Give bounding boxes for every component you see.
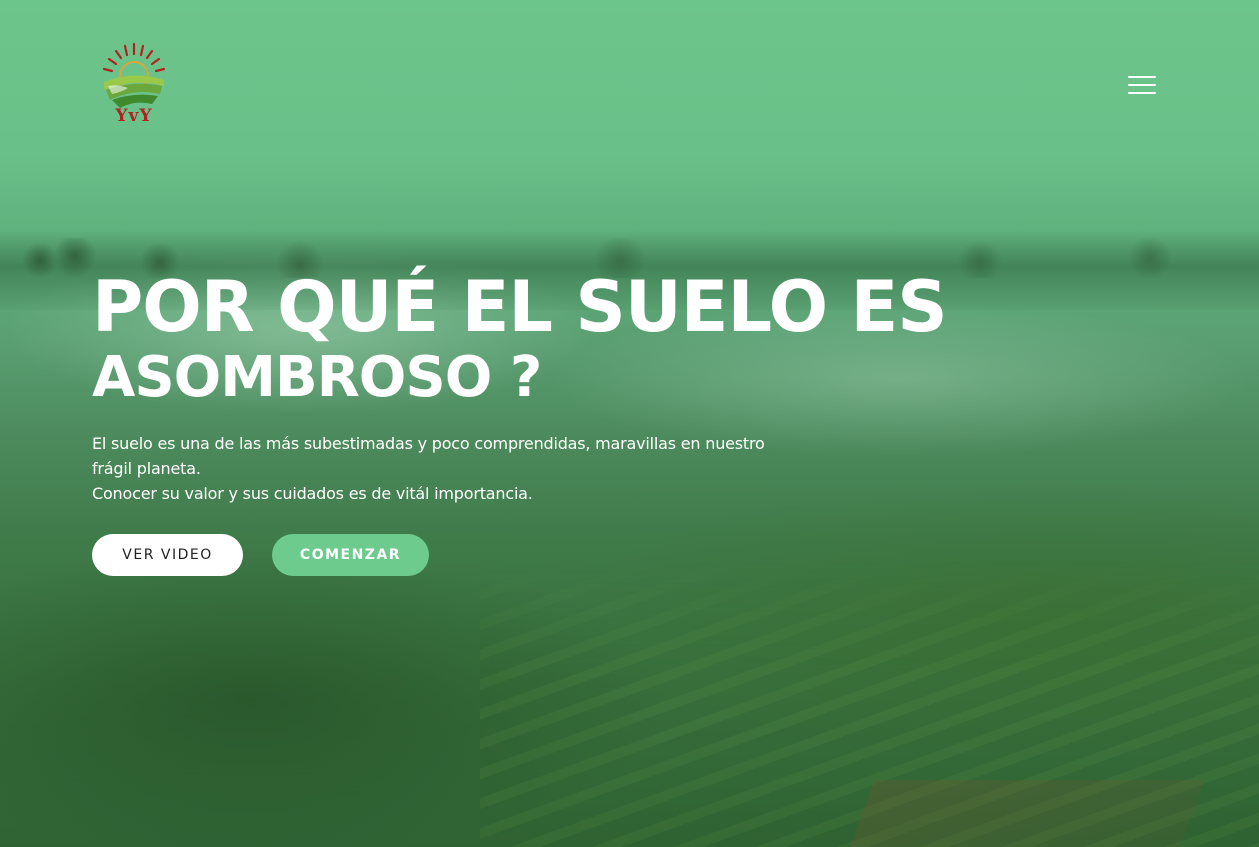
logo-text: YvY (115, 106, 153, 126)
page-title: POR QUÉ EL SUELO ES ASOMBROSO ? (92, 266, 948, 410)
page-title-line2: ASOMBROSO ? (92, 345, 542, 410)
field-patch (845, 780, 1205, 847)
page-title-line1: POR QUÉ EL SUELO ES (92, 266, 948, 348)
start-button[interactable]: COMENZAR (272, 534, 429, 576)
hero-description: El suelo es una de las más subestimadas … (92, 431, 772, 506)
hero-section: YvY POR QUÉ EL SUELO ES ASOMBROSO ? El s… (0, 0, 1259, 847)
hero-description-line2: Conocer su valor y sus cuidados es de vi… (92, 484, 533, 503)
menu-button[interactable] (1124, 70, 1160, 100)
watch-video-button[interactable]: VER VIDEO (92, 534, 243, 576)
brand-logo[interactable]: YvY (98, 40, 170, 132)
hero-description-line1: El suelo es una de las más subestimadas … (92, 434, 765, 478)
